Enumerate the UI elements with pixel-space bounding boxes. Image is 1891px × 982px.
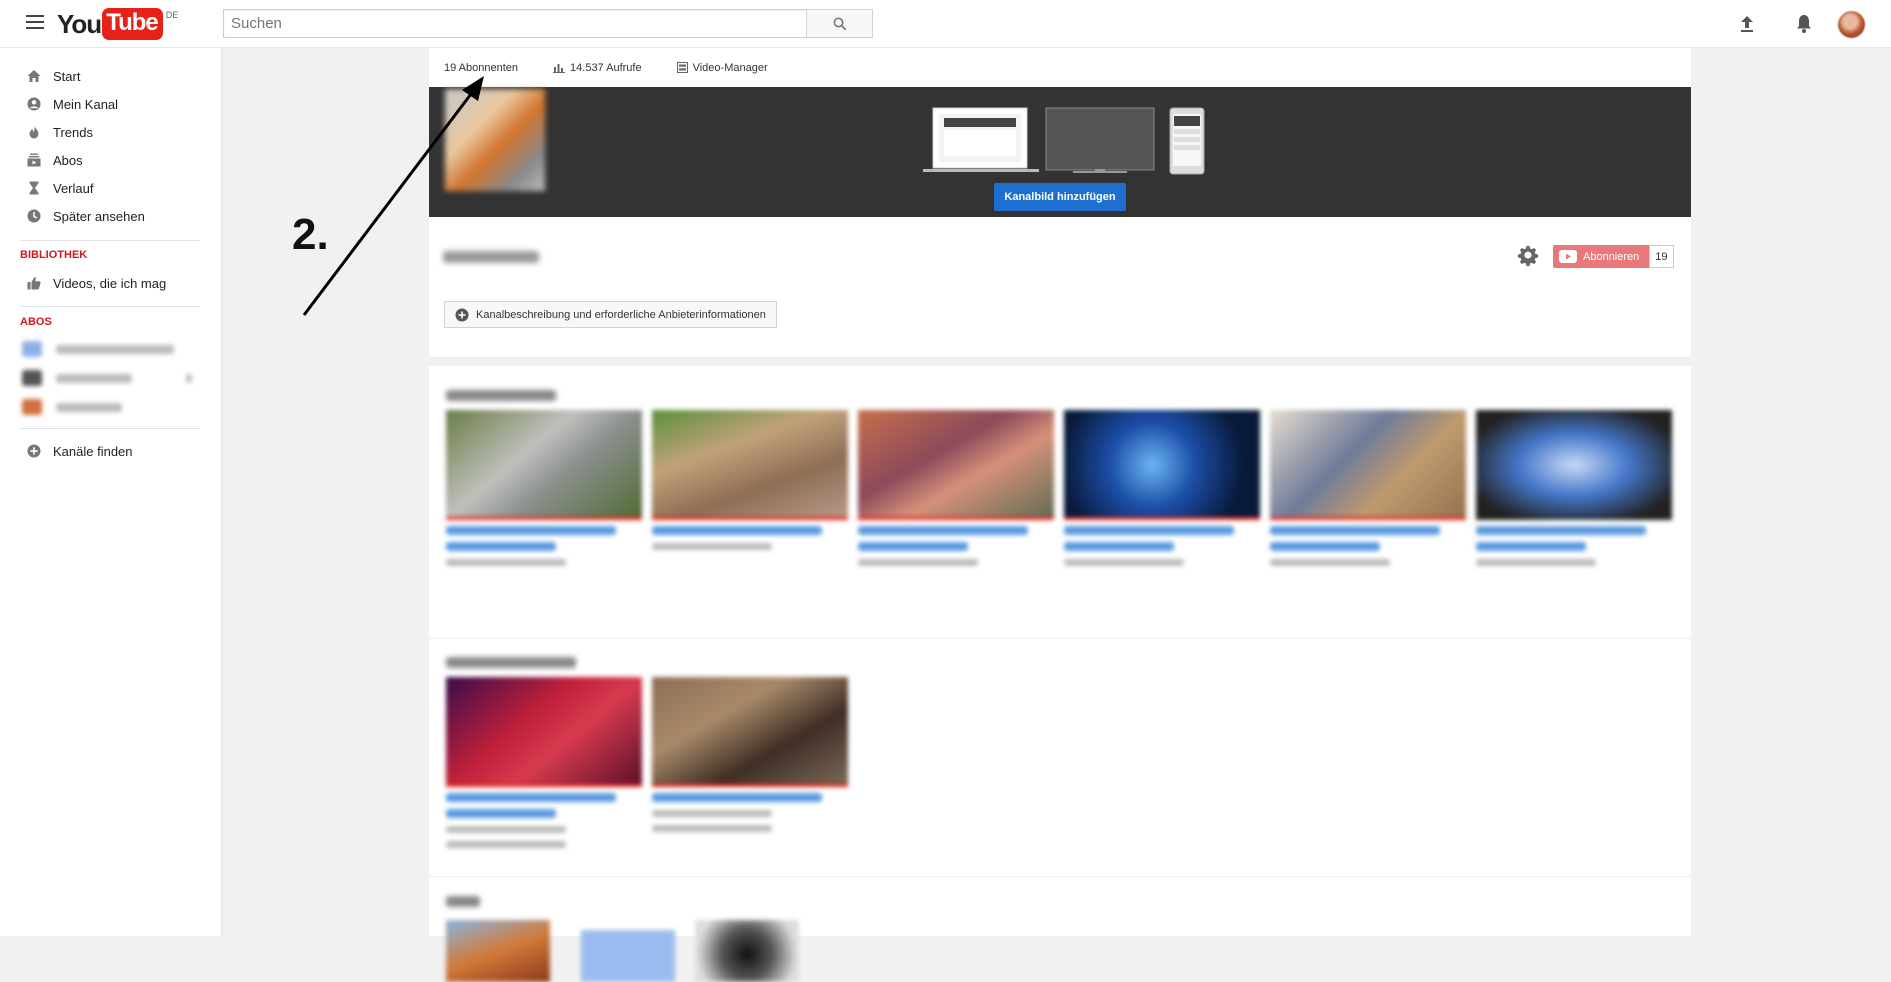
sidebar-item-label: Trends [53,124,93,140]
logo-region: DE [165,10,179,20]
sidebar-item-label: Start [53,68,81,84]
sidebar-item-label: Später ansehen [53,208,145,224]
sidebar-divider [20,240,200,241]
channel-content [429,366,1691,982]
sidebar-item-liked-videos[interactable]: Videos, die ich mag [0,270,221,296]
sidebar-subscription-item[interactable] [22,398,122,416]
channel-profile-picture[interactable] [445,89,545,191]
logo-tube: Tube [102,8,163,40]
account-icon [27,97,41,111]
menu-icon[interactable] [26,15,44,31]
bar-chart-icon [553,64,566,73]
search-button[interactable] [806,9,873,38]
sidebar-item-trends[interactable]: Trends [0,119,221,145]
gear-icon[interactable] [1517,245,1539,267]
subscribe-label: Abonnieren [1583,250,1640,263]
section-title-abos [446,896,480,907]
video-manager-label: Video-Manager [692,61,768,74]
sidebar-divider [20,428,200,429]
channel-header: Abonnieren 19 Kanalbeschreibung und erfo… [429,217,1691,358]
top-bar: You Tube DE [0,0,1891,48]
add-circle-icon [455,308,469,321]
subscribers-link[interactable]: 19 Abonnenten [444,62,518,74]
section-divider [429,638,1691,639]
video-item[interactable] [858,410,1054,566]
video-item[interactable] [1064,410,1260,566]
video-manager-icon [676,62,688,73]
sidebar-item-abos[interactable]: Abos [0,147,221,173]
search-icon [833,17,846,30]
sidebar-heading-bibliothek: BIBLIOTHEK [20,249,88,261]
video-item[interactable] [446,677,642,848]
clock-icon [27,209,41,223]
sidebar-item-label: Mein Kanal [53,96,119,112]
bell-icon[interactable] [1792,12,1816,36]
upload-icon[interactable] [1735,12,1759,36]
section-title-uploads [446,390,556,401]
video-item[interactable] [1270,410,1466,566]
channel-banner: Kanalbild hinzufügen [429,87,1691,217]
sidebar-item-spaeter-ansehen[interactable]: Später ansehen [0,203,221,229]
sidebar-item-start[interactable]: Start [0,63,221,89]
subscriber-count: 19 [1649,245,1674,268]
laptop-icon [923,107,1039,172]
channel-description-label: Kanalbeschreibung und erforderliche Anbi… [476,308,766,321]
home-icon [27,70,41,82]
youtube-logo[interactable]: You Tube DE [57,8,179,40]
section-title-liked [446,657,576,668]
annotation-label: 2. [292,210,329,259]
section-divider [429,876,1691,877]
flame-icon [29,125,39,139]
youtube-play-icon [1559,250,1577,263]
phone-icon [1169,107,1205,175]
video-item[interactable] [652,677,848,832]
tv-icon [1045,107,1155,173]
thumbs-up-icon [27,277,41,290]
views-label: 14.537 Aufrufe [570,61,642,74]
channel-name [443,251,539,263]
video-item[interactable] [446,410,642,566]
channel-thumbnail[interactable] [446,920,550,982]
video-item[interactable] [652,410,848,550]
channel-description-button[interactable]: Kanalbeschreibung und erforderliche Anbi… [444,301,777,328]
channel-page: 19 Abonnenten 14.537 Aufrufe Video-Manag… [429,48,1691,982]
hourglass-icon [29,181,39,195]
sidebar: Start Mein Kanal Trends Abos Verlauf Spä… [0,48,222,936]
sidebar-item-kanaele-finden[interactable]: Kanäle finden [0,438,221,464]
views-link[interactable]: 14.537 Aufrufe [553,62,642,74]
sidebar-heading-abos: ABOS [20,316,52,328]
video-item[interactable] [1476,410,1672,566]
sidebar-item-label: Videos, die ich mag [53,275,167,291]
logo-you: You [57,8,102,39]
subscribe-button-main: Abonnieren [1553,245,1650,268]
sidebar-divider [20,306,200,307]
search-input[interactable] [223,9,807,38]
sidebar-item-label: Kanäle finden [53,443,133,459]
sidebar-item-label: Abos [53,152,83,168]
sidebar-subscription-item[interactable] [22,340,174,358]
channel-stats-bar: 19 Abonnenten 14.537 Aufrufe Video-Manag… [429,48,1691,87]
sidebar-item-mein-kanal[interactable]: Mein Kanal [0,91,221,117]
channel-thumbnail[interactable] [695,920,799,982]
add-channel-art-button[interactable]: Kanalbild hinzufügen [994,183,1126,211]
avatar[interactable] [1838,11,1865,38]
subscriptions-icon [27,153,41,167]
video-manager-link[interactable]: Video-Manager [676,61,768,74]
sidebar-subscription-item[interactable] [22,369,192,387]
sidebar-item-verlauf[interactable]: Verlauf [0,175,221,201]
add-circle-icon [27,444,41,458]
channel-thumbnail[interactable] [581,930,675,982]
subscribe-button[interactable]: Abonnieren 19 [1553,245,1674,268]
sidebar-item-label: Verlauf [53,180,94,196]
